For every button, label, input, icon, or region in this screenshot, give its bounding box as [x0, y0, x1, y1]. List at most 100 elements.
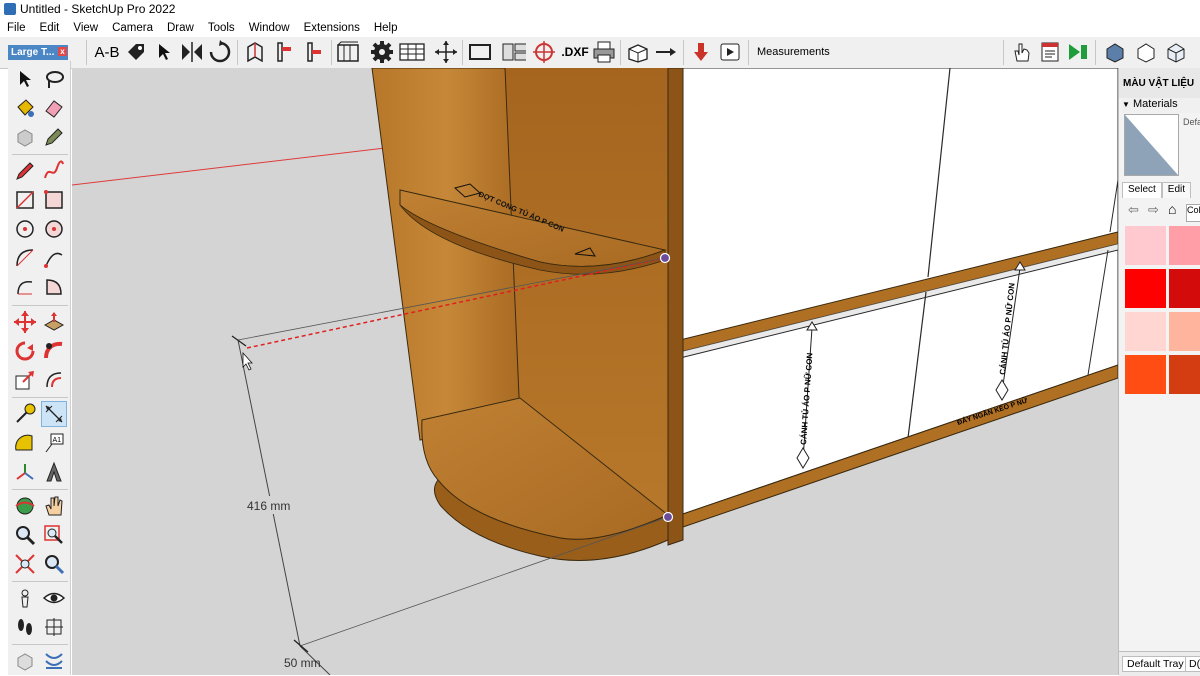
tape-measure-tool[interactable] — [12, 401, 38, 427]
swatch-1[interactable] — [1125, 226, 1166, 265]
swatch-5[interactable] — [1125, 312, 1166, 351]
menu-camera[interactable]: Camera — [105, 22, 160, 34]
report-button[interactable] — [1038, 40, 1062, 64]
freehand-tool[interactable] — [41, 158, 67, 184]
collection-select[interactable]: Col — [1186, 204, 1200, 222]
arc-tool[interactable] — [12, 245, 38, 271]
zoom-window-tool[interactable] — [41, 522, 67, 548]
cabinet-tool-button[interactable] — [336, 40, 360, 64]
ab-tool-button[interactable]: A-B — [92, 40, 122, 64]
style-shaded-button[interactable] — [1103, 40, 1127, 64]
dimension-arrow-button[interactable] — [654, 40, 678, 64]
look-around-tool[interactable] — [41, 585, 67, 611]
push-pull-tool[interactable] — [41, 309, 67, 335]
tab-edit[interactable]: Edit — [1161, 182, 1192, 198]
menu-tools[interactable]: Tools — [201, 22, 242, 34]
circle-tool[interactable] — [12, 216, 38, 242]
dimension-depth-label[interactable]: 50 mm — [284, 656, 321, 670]
lasso-tool[interactable] — [41, 66, 67, 92]
close-icon[interactable]: x — [58, 47, 67, 56]
home-icon[interactable]: ⌂ — [1168, 201, 1176, 217]
swatch-2[interactable] — [1169, 226, 1200, 265]
trimble-connect-tool[interactable] — [41, 648, 67, 674]
rectangle-icon — [469, 44, 491, 60]
position-camera-tool[interactable] — [12, 585, 38, 611]
pie-tool[interactable] — [41, 274, 67, 300]
forward-arrow-icon[interactable]: ⇨ — [1148, 202, 1159, 218]
menu-edit[interactable]: Edit — [33, 22, 67, 34]
swatch-7[interactable] — [1125, 355, 1166, 394]
component-tool[interactable] — [12, 124, 38, 150]
line-tool[interactable] — [12, 158, 38, 184]
tag-tool-button[interactable] — [124, 40, 148, 64]
menu-help[interactable]: Help — [367, 22, 405, 34]
follow-me-tool[interactable] — [41, 338, 67, 364]
large-tool-set-tab[interactable]: Large T... x — [8, 45, 68, 60]
previous-view-tool[interactable] — [41, 551, 67, 577]
swatch-8[interactable] — [1169, 355, 1200, 394]
walk-tool[interactable] — [12, 614, 38, 640]
extension-warehouse-tool[interactable] — [12, 648, 38, 674]
crosshair-tool-button[interactable] — [532, 40, 556, 64]
materials-panel-header[interactable]: ▼ Materials — [1122, 98, 1200, 113]
rotate-tool-button[interactable] — [208, 40, 232, 64]
panel-tool-2-button[interactable] — [272, 40, 296, 64]
flip-tool-button[interactable] — [180, 40, 204, 64]
pan-tool[interactable] — [41, 493, 67, 519]
menu-window[interactable]: Window — [242, 22, 297, 34]
eraser-tool[interactable] — [41, 95, 67, 121]
select-tool[interactable] — [12, 66, 38, 92]
dxf-export-button[interactable]: .DXF — [560, 40, 590, 64]
hand-tool-button[interactable] — [1010, 40, 1034, 64]
second-tray-tab[interactable]: D( — [1185, 656, 1200, 672]
scale-tool[interactable] — [12, 367, 38, 393]
select-tool-button[interactable] — [152, 40, 176, 64]
rotate-tool[interactable] — [12, 338, 38, 364]
swatch-6[interactable] — [1169, 312, 1200, 351]
component-icon — [17, 129, 33, 147]
rectangle-tool-button[interactable] — [468, 40, 492, 64]
cutlist-button[interactable] — [398, 40, 426, 64]
dimension-height-label[interactable]: 416 mm — [247, 499, 290, 513]
menu-file[interactable]: File — [0, 22, 33, 34]
axes-tool[interactable] — [12, 459, 38, 485]
zoom-tool[interactable] — [12, 522, 38, 548]
run-button[interactable] — [1066, 40, 1090, 64]
panel-tool-1-button[interactable] — [243, 40, 267, 64]
tab-select[interactable]: Select — [1122, 182, 1162, 198]
swatch-4[interactable] — [1169, 269, 1200, 308]
3d-text-tool[interactable] — [41, 459, 67, 485]
menu-draw[interactable]: Draw — [160, 22, 201, 34]
three-point-arc-tool[interactable] — [12, 274, 38, 300]
rectangle-tool[interactable] — [12, 187, 38, 213]
zoom-extents-tool[interactable] — [12, 551, 38, 577]
move-tool[interactable] — [12, 309, 38, 335]
polygon-tool[interactable] — [41, 216, 67, 242]
offset-tool[interactable] — [41, 367, 67, 393]
paint-bucket-tool[interactable] — [12, 95, 38, 121]
swatch-3[interactable] — [1125, 269, 1166, 308]
orbit-tool[interactable] — [12, 493, 38, 519]
rotated-rectangle-tool[interactable] — [41, 187, 67, 213]
two-point-arc-tool[interactable] — [41, 245, 67, 271]
dimension-tool[interactable] — [41, 401, 67, 427]
text-tool[interactable]: A1 — [41, 430, 67, 456]
menu-view[interactable]: View — [66, 22, 105, 34]
tag-tool[interactable] — [41, 124, 67, 150]
style-xray-button[interactable] — [1164, 40, 1188, 64]
print-button[interactable] — [592, 40, 616, 64]
model-viewport[interactable]: CÁNH TỦ ÁO P NỮ CON CÁNH TỦ ÁO P NỮ CON … — [72, 68, 1118, 675]
move-tool-button[interactable] — [434, 40, 458, 64]
back-arrow-icon[interactable]: ⇦ — [1128, 202, 1139, 218]
box-tool-button[interactable] — [626, 40, 650, 64]
down-arrow-button[interactable] — [689, 40, 713, 64]
default-tray-tab[interactable]: Default Tray — [1122, 656, 1189, 672]
section-plane-tool[interactable] — [41, 614, 67, 640]
settings-button[interactable] — [370, 40, 394, 64]
protractor-tool[interactable] — [12, 430, 38, 456]
play-button[interactable] — [718, 40, 742, 64]
style-hidden-line-button[interactable] — [1134, 40, 1158, 64]
layout-tool-button[interactable] — [502, 40, 526, 64]
menu-extensions[interactable]: Extensions — [297, 22, 367, 34]
panel-tool-3-button[interactable] — [302, 40, 326, 64]
